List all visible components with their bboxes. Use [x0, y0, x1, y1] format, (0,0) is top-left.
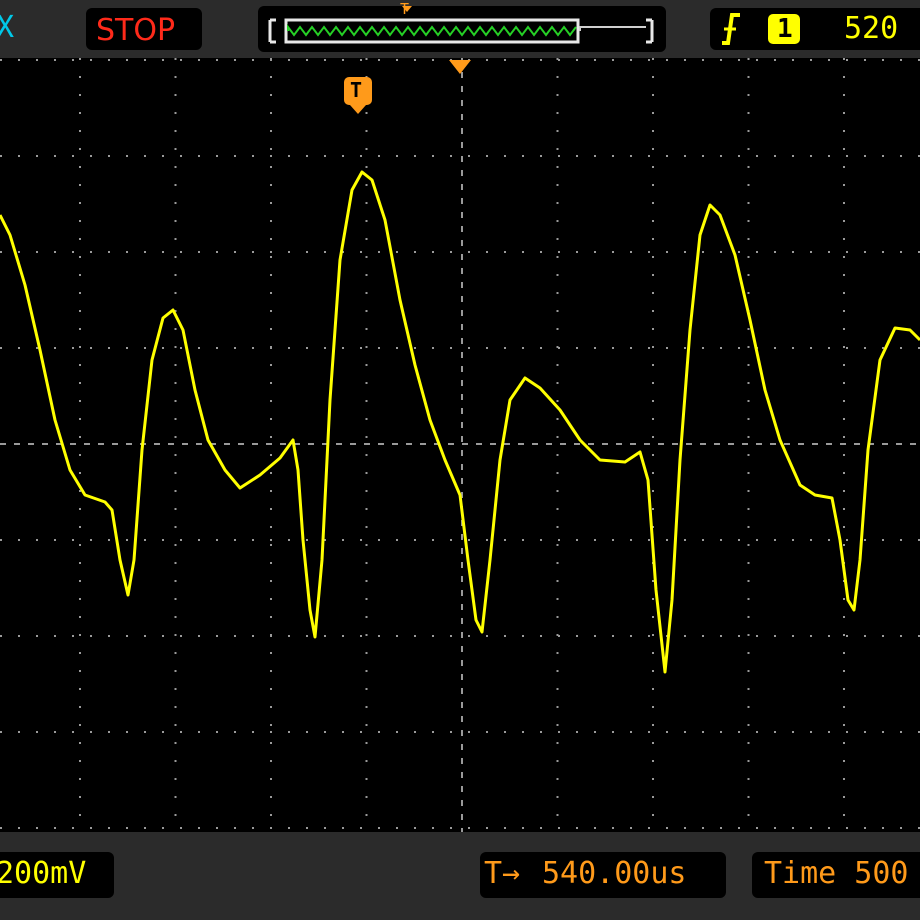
- memory-position-bar[interactable]: T: [258, 0, 666, 52]
- channel-number-badge: 1: [768, 14, 800, 44]
- trigger-offset-box[interactable]: T→ 540.00us: [480, 852, 726, 898]
- trigger-level-value: 520: [844, 11, 899, 46]
- trigger-settings-box[interactable]: 1 520: [710, 8, 920, 50]
- waveform-display[interactable]: T: [0, 58, 920, 832]
- memory-waveform-overview: [268, 6, 654, 44]
- timebase-box[interactable]: Time 500: [752, 852, 920, 898]
- run-status-label: STOP: [96, 13, 176, 48]
- run-status-box[interactable]: STOP: [86, 8, 202, 50]
- channel-number-label: 1: [777, 14, 793, 44]
- scope-grid-and-trace: [0, 58, 920, 832]
- timebase-value: Time 500: [764, 856, 909, 891]
- channel-1-trace: [0, 170, 920, 674]
- memory-trigger-marker: T: [400, 0, 410, 18]
- center-time-marker: [449, 60, 471, 74]
- top-status-bar: X STOP T 1 520: [0, 0, 920, 58]
- rising-edge-icon: [722, 13, 740, 45]
- channel-scale-value: 200mV: [0, 856, 87, 891]
- trigger-offset-value: 540.00us: [542, 856, 687, 891]
- channel-indicator-partial: X: [0, 10, 15, 45]
- channel-scale-box[interactable]: 200mV: [0, 852, 114, 898]
- trigger-offset-icon: T→: [484, 856, 521, 891]
- trigger-position-label: T: [350, 78, 363, 102]
- bottom-status-bar: 200mV T→ 540.00us Time 500: [0, 832, 920, 920]
